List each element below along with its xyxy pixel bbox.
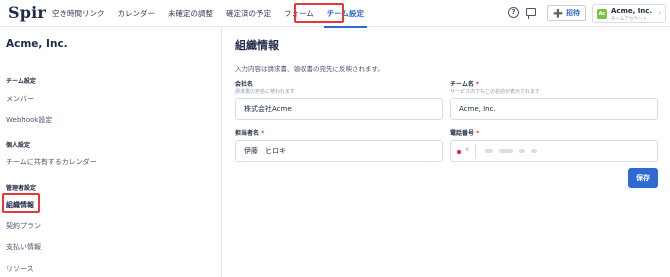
- phone-divider: [475, 144, 476, 158]
- nav-pending[interactable]: 未確定の調整: [168, 8, 213, 19]
- save-button[interactable]: 保存: [628, 168, 658, 188]
- help-circle-icon[interactable]: ?: [508, 7, 519, 18]
- account-name: Acme, Inc.: [611, 7, 653, 15]
- team-name-hint: サービス内でもこの名前が表示されます: [450, 89, 541, 95]
- company-name-field[interactable]: 株式会社Acme: [235, 98, 443, 120]
- phone-redacted-part: [485, 149, 493, 153]
- sidebar-org-name: Acme, Inc.: [6, 38, 68, 50]
- phone-label: 電話番号 *: [450, 130, 480, 137]
- phone-redacted-part: [499, 149, 513, 153]
- invite-label: 招待: [565, 9, 580, 17]
- add-user-icon: ➕: [553, 8, 563, 18]
- team-name-field[interactable]: Acme, Inc.: [450, 98, 658, 120]
- top-bar: Spir 空き時間リンク カレンダー 未確定の調整 確定済の予定 フォーム チー…: [0, 0, 670, 28]
- phone-redacted-part: [531, 149, 537, 153]
- sidebar-item-resources[interactable]: リソース: [6, 264, 34, 274]
- avatar: Ac: [597, 9, 607, 19]
- chevron-right-icon: ›: [658, 9, 661, 17]
- highlight-box-nav: [294, 3, 344, 23]
- sidebar: Acme, Inc. チーム設定 メンバー Webhook設定 個人設定 チーム…: [0, 28, 222, 277]
- contact-name-field[interactable]: 伊藤 ヒロキ: [235, 140, 443, 162]
- account-switcher[interactable]: Ac Acme, Inc. チームアカウント ›: [592, 4, 666, 23]
- sidebar-section-personal-settings: 個人設定: [6, 142, 31, 149]
- company-name-label: 会社名: [235, 81, 254, 88]
- phone-field[interactable]: ∨: [450, 140, 658, 162]
- sidebar-section-admin-settings: 管理者設定: [6, 185, 37, 192]
- nav-calendar[interactable]: カレンダー: [118, 8, 156, 19]
- highlight-box-sidebar: [2, 193, 40, 213]
- sidebar-item-members[interactable]: メンバー: [6, 94, 34, 104]
- phone-redacted-part: [519, 149, 525, 153]
- sidebar-item-webhook[interactable]: Webhook設定: [6, 115, 52, 125]
- contact-name-label: 担当者名 *: [235, 130, 265, 137]
- japan-flag-icon[interactable]: [457, 150, 461, 154]
- app-logo[interactable]: Spir: [8, 3, 46, 22]
- company-name-hint: 請求書の宛名に使われます: [235, 89, 295, 95]
- nav-availability-link[interactable]: 空き時間リンク: [52, 8, 105, 19]
- invite-button[interactable]: ➕ 招待: [547, 5, 586, 21]
- chevron-down-icon[interactable]: ∨: [465, 146, 469, 153]
- nav-confirmed[interactable]: 確定済の予定: [226, 8, 271, 19]
- account-type: チームアカウント: [611, 17, 647, 22]
- sidebar-item-plan[interactable]: 契約プラン: [6, 221, 41, 231]
- sidebar-item-payment[interactable]: 支払い情報: [6, 242, 41, 252]
- team-name-label: チーム名 *: [450, 81, 480, 88]
- main-content: 組織情報 入力内容は請求書、領収書の宛先に反映されます。 会社名 請求書の宛名に…: [223, 28, 670, 277]
- page-description: 入力内容は請求書、領収書の宛先に反映されます。: [235, 65, 384, 73]
- sidebar-item-shared-calendar[interactable]: チームに共有するカレンダー: [6, 157, 97, 167]
- chat-icon[interactable]: [526, 8, 536, 19]
- page-title: 組織情報: [235, 39, 279, 52]
- sidebar-section-team-settings: チーム設定: [6, 78, 36, 85]
